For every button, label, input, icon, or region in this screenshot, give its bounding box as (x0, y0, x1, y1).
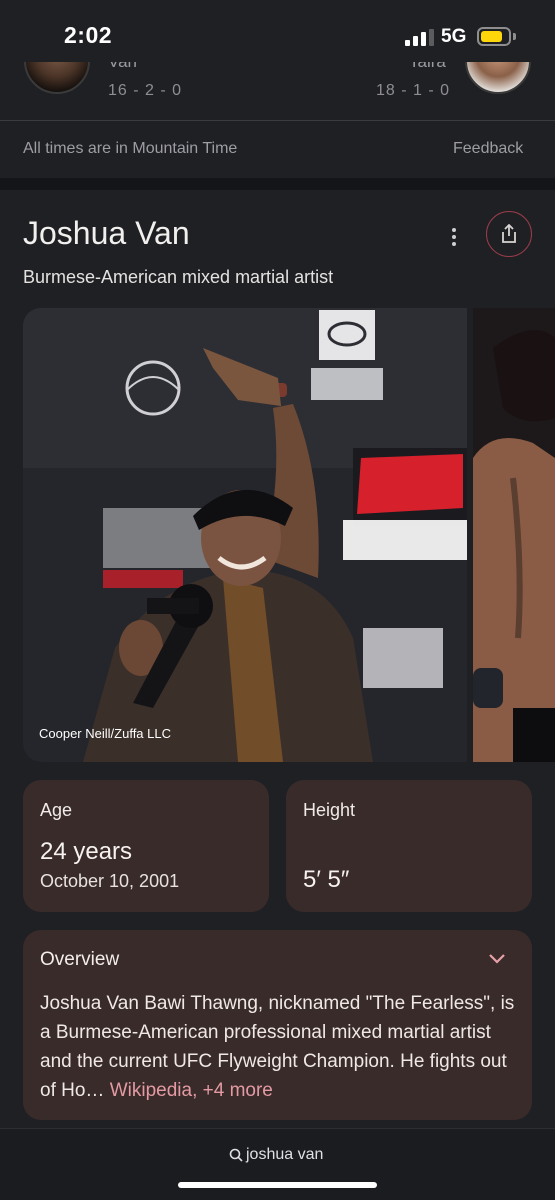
signal-icon (405, 29, 434, 46)
fighter-record-right: 18 - 1 - 0 (376, 82, 451, 99)
photo-credit: Cooper Neill/Zuffa LLC (39, 726, 171, 741)
search-chip[interactable]: joshua van (229, 1146, 323, 1164)
timezone-note: All times are in Mountain Time (23, 140, 238, 157)
source-link[interactable]: Wikipedia, +4 more (110, 1080, 273, 1101)
search-icon (229, 1148, 243, 1162)
overview-card[interactable]: Overview Joshua Van Bawi Thawng, nicknam… (23, 930, 532, 1120)
entity-description: Burmese-American mixed martial artist (23, 267, 334, 287)
overview-label: Overview (40, 949, 120, 970)
age-label: Age (40, 800, 73, 820)
height-card[interactable]: Height 5′ 5″ (286, 780, 532, 912)
more-vert-icon[interactable] (446, 226, 462, 248)
search-query: joshua van (246, 1146, 324, 1163)
fighter-record-left: 16 - 2 - 0 (108, 82, 183, 99)
share-button[interactable] (486, 211, 532, 257)
age-card[interactable]: Age 24 years October 10, 2001 (23, 780, 269, 912)
battery-icon (477, 27, 511, 46)
network-type: 5G (441, 26, 467, 47)
height-value: 5′ 5″ (303, 866, 350, 893)
status-time: 2:02 (64, 22, 113, 48)
page-title: Joshua Van (23, 215, 190, 251)
photo-illustration-2 (473, 308, 555, 762)
main-photo[interactable]: Cooper Neill/Zuffa LLC (23, 308, 467, 762)
bottom-search-bar: joshua van (0, 1128, 555, 1200)
birth-date: October 10, 2001 (40, 871, 180, 891)
photo-illustration (23, 308, 467, 762)
age-value: 24 years (40, 838, 133, 865)
feedback-link[interactable]: Feedback (453, 140, 523, 158)
home-indicator[interactable] (178, 1182, 377, 1188)
section-separator (0, 178, 555, 190)
overview-text: Joshua Van Bawi Thawng, nicknamed "The F… (40, 989, 524, 1105)
share-icon (502, 224, 516, 243)
height-label: Height (303, 800, 356, 820)
divider (0, 120, 555, 121)
chevron-down-icon[interactable] (488, 952, 506, 966)
status-bar: 2:02 5G (0, 0, 555, 62)
secondary-photo[interactable] (473, 308, 555, 762)
battery-tip (513, 33, 516, 40)
